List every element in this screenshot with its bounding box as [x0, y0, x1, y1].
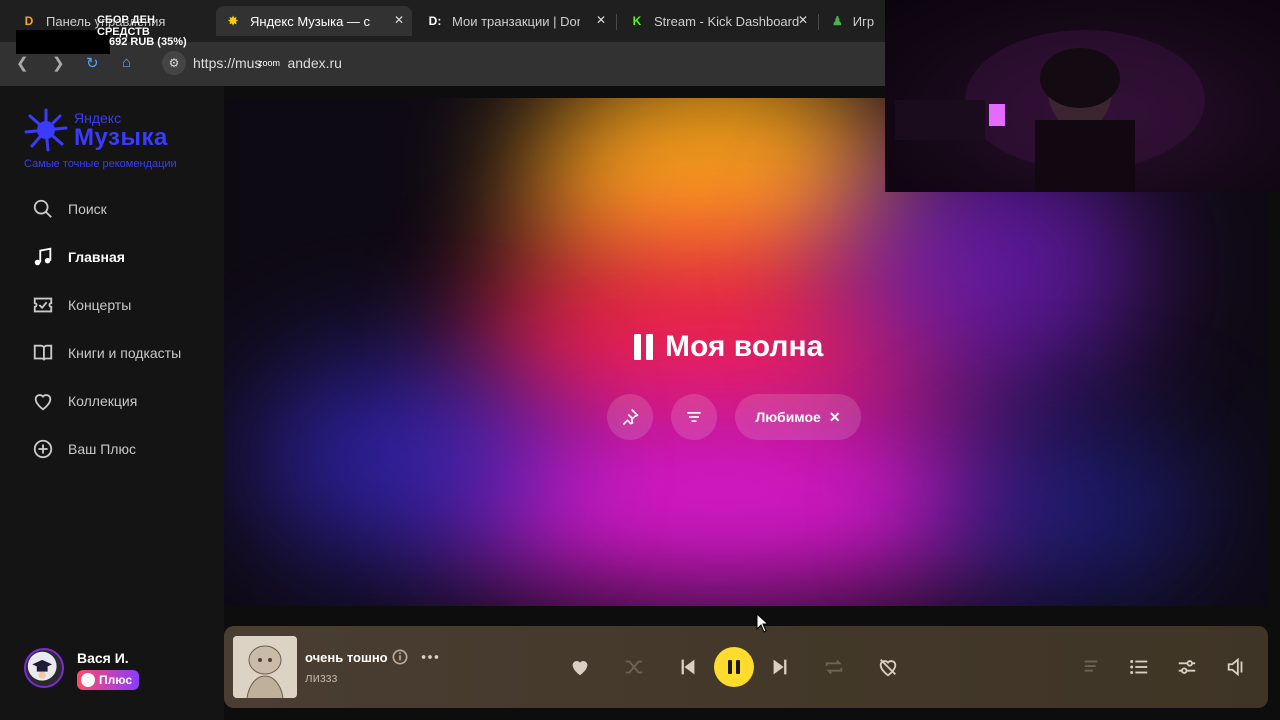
track-cover[interactable] [233, 636, 297, 698]
lyrics-icon[interactable] [1078, 653, 1106, 681]
next-track-icon[interactable] [766, 653, 794, 681]
avatar[interactable] [24, 648, 64, 688]
sidebar-item-label: Коллекция [68, 393, 138, 409]
remove-filter-icon[interactable]: ✕ [829, 409, 841, 426]
yandex-music-favicon-icon: ✸ [227, 14, 239, 28]
dislike-icon[interactable] [874, 653, 902, 681]
tab-title: Играт [852, 13, 874, 29]
reload-icon[interactable]: ↻ [86, 54, 99, 72]
sidebar: Яндекс Музыка Самые точные рекомендации … [0, 86, 224, 720]
shuffle-icon[interactable] [620, 653, 648, 681]
donation-goal-widget: СБОР ДЕН СРЕДСТВ 692 RUB (35%) [16, 14, 196, 54]
site-settings-icon[interactable]: ⚙ [162, 51, 186, 75]
user-name: Вася И. [77, 650, 129, 666]
ticket-icon [33, 297, 53, 313]
like-heart-icon[interactable] [566, 653, 594, 681]
logo-music-text: Музыка [74, 124, 168, 151]
redacted-block [16, 30, 110, 54]
sidebar-item-home[interactable]: Главная [32, 244, 125, 270]
close-tab-icon[interactable]: ✕ [798, 13, 808, 27]
pin-wave-button[interactable] [607, 394, 653, 440]
donatty-favicon-icon: D: [428, 14, 442, 28]
forward-icon[interactable]: ❯ [52, 54, 65, 72]
tab-yandex-music[interactable]: ✸ Яндекс Музыка — с ✕ [216, 6, 412, 36]
sidebar-item-label: Поиск [68, 201, 107, 217]
wave-visual-gradient [254, 358, 554, 558]
my-wave-play-toggle[interactable]: Моя волна [634, 330, 823, 364]
sidebar-item-concerts[interactable]: Концерты [32, 292, 131, 318]
plus-subscription-badge[interactable]: Плюс [77, 670, 140, 690]
back-icon[interactable]: ❮ [16, 54, 29, 72]
close-tab-icon[interactable]: ✕ [394, 13, 404, 27]
tab-game[interactable]: ♟ Играт [822, 6, 884, 36]
previous-track-icon[interactable] [674, 653, 702, 681]
explicit-info-icon[interactable] [390, 643, 410, 671]
search-icon [33, 199, 52, 218]
music-burst-icon [24, 108, 68, 152]
filter-lines-icon [687, 412, 701, 422]
more-options-icon[interactable] [416, 643, 444, 671]
sidebar-item-label: Главная [68, 249, 125, 265]
plus-logo-icon [81, 673, 95, 687]
donation-goal-title: СБОР ДЕН СРЕДСТВ [97, 14, 155, 38]
heart-icon [34, 394, 52, 411]
sidebar-item-collection[interactable]: Коллекция [32, 388, 137, 414]
sidebar-item-search[interactable]: Поиск [32, 196, 107, 222]
wave-settings-button[interactable] [671, 394, 717, 440]
tab-kick-dashboard[interactable]: K Stream - Kick Dashboard ✕ [620, 6, 816, 36]
kick-favicon-icon: K [632, 14, 642, 28]
sidebar-item-label: Ваш Плюс [68, 441, 136, 457]
wave-visual-gradient [924, 428, 1204, 588]
sidebar-item-your-plus[interactable]: Ваш Плюс [32, 436, 136, 462]
book-icon [33, 344, 53, 361]
cover-artwork-image [233, 636, 297, 698]
home-icon[interactable]: ⌂ [122, 54, 131, 71]
donation-goal-amount: 692 RUB (35%) [109, 36, 187, 48]
zoom-overlay-label: zoom [258, 58, 281, 68]
sidebar-item-label: Книги и подкасты [68, 345, 182, 361]
track-artist[interactable]: лиззз [305, 670, 337, 685]
music-note-icon [34, 247, 52, 266]
my-wave-title: Моя волна [665, 330, 824, 363]
tab-title: Stream - Kick Dashboard [654, 13, 800, 29]
pause-icon [634, 334, 653, 360]
webcam-overlay [885, 0, 1280, 192]
plus-circle-icon [33, 439, 53, 459]
donationalerts-favicon-icon: D [24, 14, 34, 28]
close-tab-icon[interactable]: ✕ [596, 13, 606, 27]
tab-title: Мои транзакции | Dona [452, 13, 580, 29]
equalizer-settings-icon[interactable] [1173, 653, 1201, 681]
logo-tagline: Самые точные рекомендации [24, 158, 177, 170]
pin-icon [622, 408, 639, 426]
filter-chip-label: Любимое [755, 409, 821, 425]
hero-bottom-edge [224, 606, 1268, 614]
tab-title: Яндекс Музыка — с [250, 13, 371, 29]
chess-favicon-icon: ♟ [832, 14, 843, 28]
sidebar-item-books-podcasts[interactable]: Книги и подкасты [32, 340, 181, 366]
mouse-cursor-icon [756, 613, 770, 633]
tab-transactions[interactable]: D: Мои транзакции | Dona ✕ [418, 6, 614, 36]
player-bar: очень тошно лиззз [224, 626, 1268, 708]
queue-list-icon[interactable] [1125, 653, 1153, 681]
track-title[interactable]: очень тошно [305, 650, 388, 665]
volume-icon[interactable] [1222, 653, 1250, 681]
streamer-camera-image [895, 30, 1205, 192]
repeat-icon[interactable] [820, 653, 848, 681]
favorite-filter-chip[interactable]: Любимое ✕ [735, 394, 861, 440]
sidebar-item-label: Концерты [68, 297, 132, 313]
play-pause-button[interactable] [714, 647, 754, 687]
